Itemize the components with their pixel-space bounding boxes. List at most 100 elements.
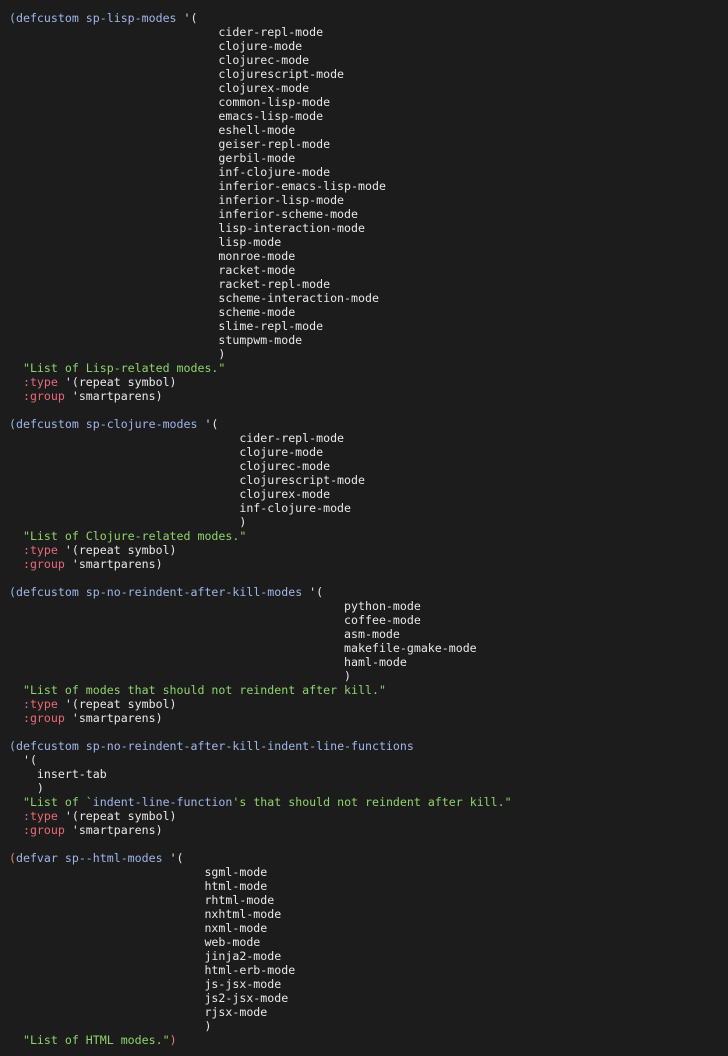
code-token: eshell-mode xyxy=(9,123,296,137)
code-line[interactable]: :type '(repeat symbol) xyxy=(0,809,728,823)
code-token: defcustom xyxy=(15,11,79,25)
code-line[interactable]: ) xyxy=(0,781,728,795)
code-line[interactable]: :group 'smartparens) xyxy=(0,823,728,837)
code-line[interactable]: :type '(repeat symbol) xyxy=(0,697,728,711)
code-line[interactable]: (defcustom sp-no-reindent-after-kill-mod… xyxy=(0,585,728,599)
code-line[interactable]: scheme-mode xyxy=(0,305,728,319)
code-line[interactable]: (defcustom sp-lisp-modes '( xyxy=(0,11,728,25)
code-line[interactable]: nxml-mode xyxy=(0,921,728,935)
code-line[interactable]: common-lisp-mode xyxy=(0,95,728,109)
code-line[interactable]: jinja2-mode xyxy=(0,949,728,963)
code-line[interactable]: geiser-repl-mode xyxy=(0,137,728,151)
code-line[interactable]: "List of HTML modes.") xyxy=(0,1033,728,1047)
code-line[interactable]: clojurex-mode xyxy=(0,81,728,95)
code-token: inferior-emacs-lisp-mode xyxy=(9,179,386,193)
code-line[interactable]: racket-repl-mode xyxy=(0,277,728,291)
code-line[interactable]: web-mode xyxy=(0,935,728,949)
code-line[interactable]: "List of modes that should not reindent … xyxy=(0,683,728,697)
code-line[interactable]: python-mode xyxy=(0,599,728,613)
code-line[interactable]: gerbil-mode xyxy=(0,151,728,165)
code-token: "List of modes that should not reindent … xyxy=(22,683,386,697)
code-token: clojure-mode xyxy=(9,39,303,53)
code-line[interactable]: (defvar sp--html-modes '( xyxy=(0,851,728,865)
code-token: stumpwm-mode xyxy=(9,333,303,347)
code-token: web-mode xyxy=(9,935,261,949)
code-line[interactable]: :group 'smartparens) xyxy=(0,389,728,403)
code-line[interactable]: js2-jsx-mode xyxy=(0,991,728,1005)
code-line[interactable]: ) xyxy=(0,1019,728,1033)
code-line[interactable]: "List of `indent-line-function's that sh… xyxy=(0,795,728,809)
code-token: inf-clojure-mode xyxy=(9,501,352,515)
code-line[interactable]: sgml-mode xyxy=(0,865,728,879)
code-line[interactable]: :group 'smartparens) xyxy=(0,711,728,725)
code-line[interactable]: scheme-interaction-mode xyxy=(0,291,728,305)
code-token: monroe-mode xyxy=(9,249,296,263)
code-line[interactable]: clojurex-mode xyxy=(0,487,728,501)
code-line[interactable]: html-erb-mode xyxy=(0,963,728,977)
code-line[interactable]: inferior-lisp-mode xyxy=(0,193,728,207)
code-line[interactable]: emacs-lisp-mode xyxy=(0,109,728,123)
code-line[interactable] xyxy=(0,571,728,585)
code-line[interactable]: cider-repl-mode xyxy=(0,25,728,39)
code-line[interactable] xyxy=(0,725,728,739)
code-line[interactable]: ) xyxy=(0,669,728,683)
code-line[interactable]: ) xyxy=(0,347,728,361)
code-line[interactable]: inferior-scheme-mode xyxy=(0,207,728,221)
code-line[interactable] xyxy=(0,837,728,851)
code-line[interactable]: "List of Lisp-related modes." xyxy=(0,361,728,375)
code-line[interactable]: (defcustom sp-clojure-modes '( xyxy=(0,417,728,431)
code-line[interactable]: clojure-mode xyxy=(0,39,728,53)
code-line[interactable]: lisp-mode xyxy=(0,235,728,249)
code-line[interactable]: inferior-emacs-lisp-mode xyxy=(0,179,728,193)
code-line[interactable]: eshell-mode xyxy=(0,123,728,137)
code-line[interactable]: cider-repl-mode xyxy=(0,431,728,445)
code-token: :type xyxy=(22,809,58,823)
code-line[interactable]: clojurescript-mode xyxy=(0,473,728,487)
code-line[interactable]: nxhtml-mode xyxy=(0,907,728,921)
code-line[interactable]: ) xyxy=(0,515,728,529)
code-token: :type xyxy=(22,543,58,557)
code-line[interactable]: insert-tab xyxy=(0,767,728,781)
code-line[interactable]: html-mode xyxy=(0,879,728,893)
code-token: js2-jsx-mode xyxy=(9,991,289,1005)
code-token: gerbil-mode xyxy=(9,151,296,165)
code-line[interactable]: stumpwm-mode xyxy=(0,333,728,347)
code-token: inferior-scheme-mode xyxy=(9,207,359,221)
code-line[interactable]: asm-mode xyxy=(0,627,728,641)
code-token: python-mode xyxy=(9,599,421,613)
code-token: jinja2-mode xyxy=(9,949,282,963)
code-line[interactable]: lisp-interaction-mode xyxy=(0,221,728,235)
code-line[interactable]: clojurec-mode xyxy=(0,53,728,67)
code-line[interactable]: "List of Clojure-related modes." xyxy=(0,529,728,543)
code-line[interactable]: (defcustom sp-no-reindent-after-kill-ind… xyxy=(0,739,728,753)
code-line[interactable]: monroe-mode xyxy=(0,249,728,263)
code-token: cider-repl-mode xyxy=(9,25,324,39)
code-token: coffee-mode xyxy=(9,613,421,627)
code-line[interactable] xyxy=(0,403,728,417)
code-line[interactable]: makefile-gmake-mode xyxy=(0,641,728,655)
code-line[interactable]: haml-mode xyxy=(0,655,728,669)
code-line[interactable]: inf-clojure-mode xyxy=(0,501,728,515)
code-line[interactable]: '( xyxy=(0,753,728,767)
code-line[interactable]: rhtml-mode xyxy=(0,893,728,907)
code-token: scheme-interaction-mode xyxy=(9,291,379,305)
code-line[interactable]: inf-clojure-mode xyxy=(0,165,728,179)
code-line[interactable]: clojurescript-mode xyxy=(0,67,728,81)
code-line[interactable]: racket-mode xyxy=(0,263,728,277)
code-line[interactable]: clojurec-mode xyxy=(0,459,728,473)
code-line[interactable]: coffee-mode xyxy=(0,613,728,627)
code-line[interactable]: clojure-mode xyxy=(0,445,728,459)
code-token: ) xyxy=(9,1019,212,1033)
code-line[interactable]: js-jsx-mode xyxy=(0,977,728,991)
code-editor[interactable]: (defcustom sp-lisp-modes '( cider-repl-m… xyxy=(0,0,728,1056)
code-token: '(repeat symbol) xyxy=(57,543,177,557)
code-line[interactable]: rjsx-mode xyxy=(0,1005,728,1019)
code-line[interactable]: :type '(repeat symbol) xyxy=(0,375,728,389)
code-line[interactable]: slime-repl-mode xyxy=(0,319,728,333)
code-line[interactable]: :type '(repeat symbol) xyxy=(0,543,728,557)
code-line[interactable]: :group 'smartparens) xyxy=(0,557,728,571)
